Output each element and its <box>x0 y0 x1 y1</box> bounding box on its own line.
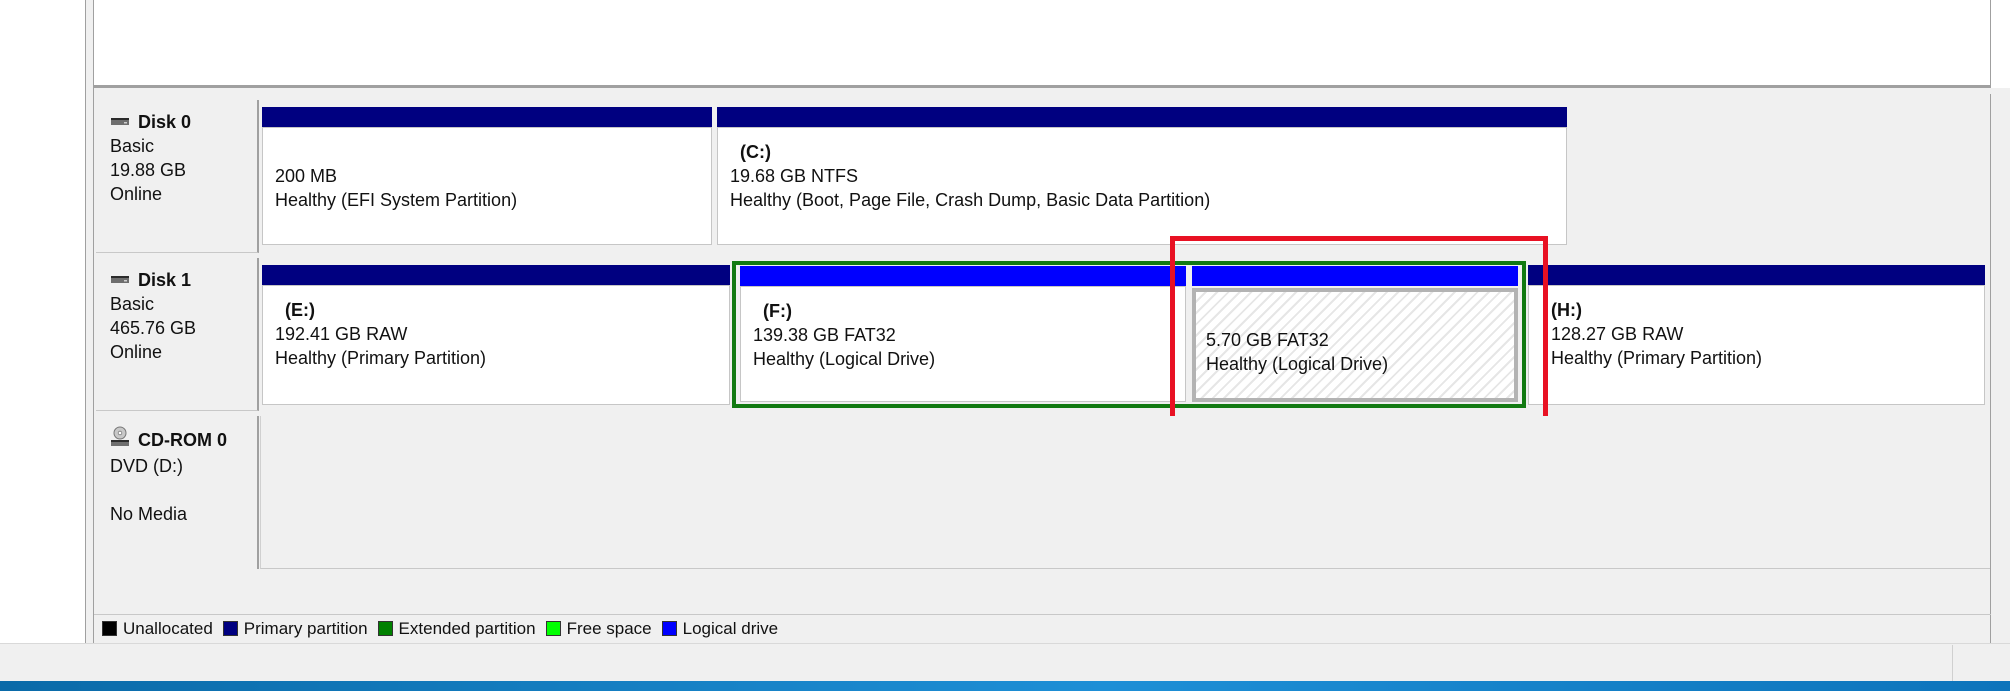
partition-status: Healthy (Primary Partition) <box>1551 348 1763 368</box>
disk-status: Online <box>110 184 163 204</box>
partition-bar <box>717 107 1567 127</box>
partition-letter: (C:) <box>740 142 771 162</box>
partition-letter <box>275 140 711 164</box>
console-tree-pane[interactable] <box>0 0 86 643</box>
legend-label: Logical drive <box>682 618 779 638</box>
vertical-scrollbar[interactable] <box>1991 88 2010 643</box>
disk-type: DVD (D:) <box>110 456 183 476</box>
partition-size: 139.38 GB FAT32 <box>753 325 896 345</box>
disk-1-name-row: Disk 1 <box>110 268 257 292</box>
status-bar <box>0 643 2010 681</box>
partition-letter: (H:) <box>1551 300 1582 320</box>
legend-label: Unallocated <box>123 618 213 638</box>
disk-status: No Media <box>110 504 188 524</box>
legend-label: Free space <box>566 618 652 638</box>
disk-0-label[interactable]: Disk 0 Basic 19.88 GB Online <box>96 100 259 253</box>
disk-type: Basic <box>110 294 155 314</box>
disk-status: Online <box>110 342 163 362</box>
status-bar-panel <box>1952 645 2010 681</box>
legend-item-primary: Primary partition <box>222 618 368 639</box>
taskbar <box>0 681 2010 691</box>
partition-h[interactable]: (H:) 128.27 GB RAW Healthy (Primary Part… <box>1528 285 1985 405</box>
partition-status: Healthy (Primary Partition) <box>275 348 487 368</box>
legend-label: Extended partition <box>398 618 536 638</box>
disk-size: 465.76 GB <box>110 318 197 338</box>
partition-size: 200 MB <box>275 166 338 186</box>
partition-status: Healthy (EFI System Partition) <box>275 190 518 210</box>
legend-swatch <box>661 621 677 636</box>
legend-item-extended: Extended partition <box>377 618 536 639</box>
legend-item-unallocated: Unallocated <box>102 619 213 639</box>
logical-drive-bar <box>740 266 1186 286</box>
cdrom-0-name-row: CD-ROM 0 <box>110 426 257 454</box>
disk-name: Disk 0 <box>138 112 192 132</box>
partition-size: 192.41 GB RAW <box>275 324 408 344</box>
legend-swatch <box>545 621 561 636</box>
disk-0-name-row: Disk 0 <box>110 110 257 134</box>
cd-rom-icon <box>110 426 130 454</box>
partition-size: 128.27 GB RAW <box>1551 324 1684 344</box>
disk-name: Disk 1 <box>138 270 192 290</box>
disk-size: 19.88 GB <box>110 160 187 180</box>
partition-status: Healthy (Logical Drive) <box>753 349 936 369</box>
partition-letter: (F:) <box>763 301 792 321</box>
partition-bar <box>1528 265 1985 285</box>
legend-swatch <box>377 621 393 636</box>
legend-swatch <box>222 621 238 636</box>
pane-divider[interactable] <box>86 0 94 643</box>
disk-1-label[interactable]: Disk 1 Basic 465.76 GB Online <box>96 258 259 411</box>
partition-bar <box>262 265 730 285</box>
partition-e[interactable]: (E:) 192.41 GB RAW Healthy (Primary Part… <box>262 285 730 405</box>
legend: Unallocated Primary partition Extended p… <box>94 614 1991 642</box>
partition-c[interactable]: (C:) 19.68 GB NTFS Healthy (Boot, Page F… <box>717 127 1567 245</box>
disk-type: Basic <box>110 136 155 156</box>
disk-size <box>110 478 257 502</box>
partition-efi[interactable]: 200 MB Healthy (EFI System Partition) <box>262 127 712 245</box>
partition-letter: (E:) <box>285 300 315 320</box>
cdrom-media-area <box>260 416 1990 569</box>
legend-swatch <box>102 621 117 636</box>
cdrom-0-label[interactable]: CD-ROM 0 DVD (D:) No Media <box>96 416 259 569</box>
partition-status: Healthy (Boot, Page File, Crash Dump, Ba… <box>730 190 1211 210</box>
partition-bar <box>262 107 712 127</box>
disk-name: CD-ROM 0 <box>138 430 227 450</box>
hard-disk-icon <box>110 268 130 292</box>
partition-f[interactable]: (F:) 139.38 GB FAT32 Healthy (Logical Dr… <box>740 286 1186 402</box>
partition-size: 19.68 GB NTFS <box>730 166 859 186</box>
legend-label: Primary partition <box>243 618 368 638</box>
hard-disk-icon <box>110 110 130 134</box>
highlight-annotation <box>1170 236 1548 430</box>
volume-list-pane[interactable] <box>94 0 1991 88</box>
legend-item-logical: Logical drive <box>661 618 779 639</box>
legend-item-free-space: Free space <box>545 618 652 639</box>
